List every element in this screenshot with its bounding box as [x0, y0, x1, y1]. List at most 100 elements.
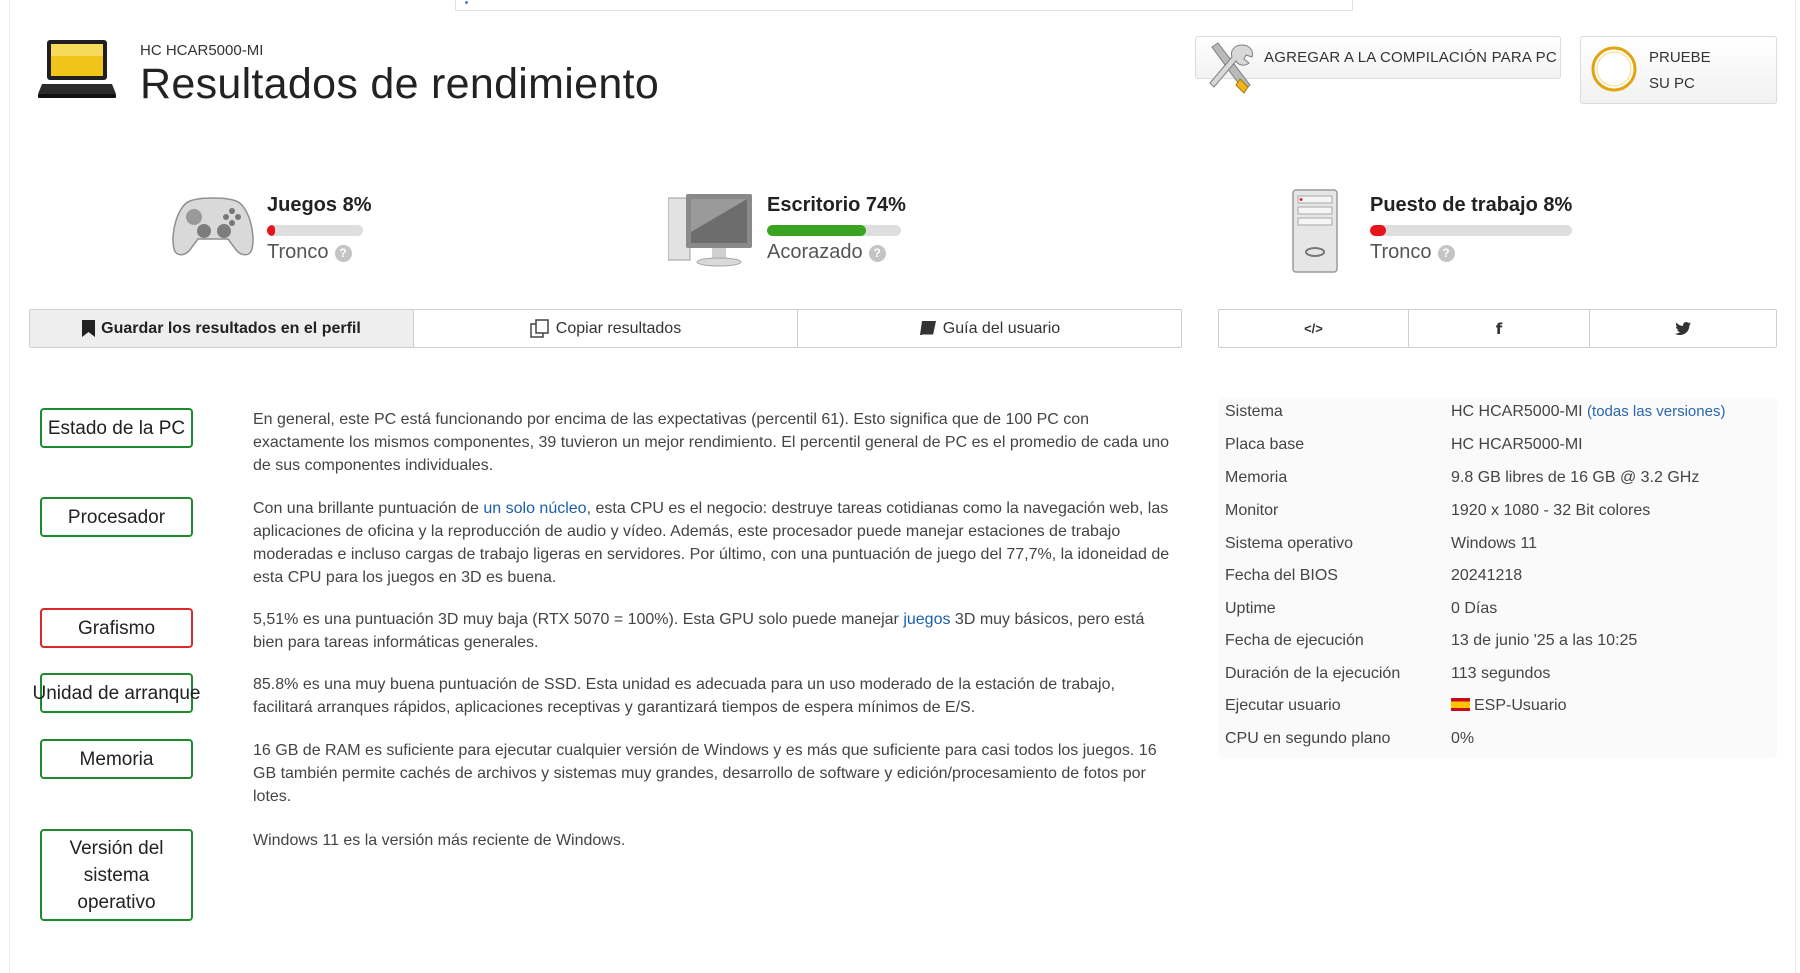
spec-value-text: ESP-Usuario — [1474, 697, 1567, 714]
os-version-description: Windows 11 es la versión más reciente de… — [253, 829, 1178, 852]
speedometer-ring-icon — [1591, 46, 1637, 92]
spec-value: 0% — [1451, 730, 1475, 747]
games-link[interactable]: juegos — [903, 611, 950, 628]
spec-key: Sistema operativo — [1225, 535, 1354, 552]
laptop-icon — [38, 40, 116, 98]
gamepad-icon — [172, 197, 254, 256]
tools-icon — [1209, 42, 1253, 94]
graphics-description: 5,51% es una puntuación 3D muy baja (RTX… — [253, 608, 1178, 654]
spec-key: Placa base — [1225, 436, 1305, 453]
facebook-share-button[interactable]: f — [1409, 310, 1590, 347]
spec-key: Uptime — [1225, 600, 1276, 617]
workstation-rating: Tronco? — [1370, 241, 1455, 264]
desktop-score-bar — [767, 225, 901, 236]
all-versions-link[interactable]: (todas las versiones) — [1587, 403, 1725, 420]
workstation-score-fill — [1370, 225, 1387, 236]
test-label-line2: SU PC — [1649, 75, 1695, 92]
memory-description: 16 GB de RAM es suficiente para ejecutar… — [253, 739, 1178, 808]
system-name: HC HCAR5000-MI — [140, 42, 264, 59]
test-label-line1: PRUEBE — [1649, 49, 1711, 66]
graphics-text-before: 5,51% es una puntuación 3D muy baja (RTX… — [253, 611, 904, 628]
gaming-rating: Tronco? — [267, 241, 352, 264]
spec-key: CPU en segundo plano — [1225, 730, 1391, 747]
save-results-label: Guardar los resultados en el perfil — [101, 319, 361, 337]
twitter-share-button[interactable] — [1590, 310, 1776, 347]
spec-row-monitor: Monitor 1920 x 1080 - 32 Bit colores — [1218, 497, 1777, 530]
top-strip — [455, 0, 1353, 11]
help-icon[interactable]: ? — [868, 245, 886, 262]
os-version-badge[interactable]: Versión del sistema operativo — [40, 829, 193, 921]
desktop-score-fill — [767, 225, 867, 236]
memory-badge[interactable]: Memoria — [40, 739, 193, 779]
help-icon[interactable]: ? — [1437, 245, 1455, 262]
spec-key: Memoria — [1225, 469, 1288, 486]
graphics-badge[interactable]: Grafismo — [40, 608, 193, 648]
processor-description: Con una brillante puntuación de un solo … — [253, 497, 1178, 589]
copy-results-button[interactable]: Copiar resultados — [414, 310, 798, 347]
spec-row-run-date: Fecha de ejecución 13 de junio '25 a las … — [1218, 627, 1777, 660]
results-action-bar: Guardar los resultados en el perfil Copi… — [29, 309, 1182, 348]
gaming-score-bar — [267, 225, 363, 236]
pc-status-description: En general, este PC está funcionando por… — [253, 408, 1178, 477]
spec-row-motherboard: Placa base HC HCAR5000-MI — [1218, 431, 1777, 464]
gaming-score-title: Juegos 8% — [267, 194, 372, 216]
help-icon[interactable]: ? — [334, 245, 352, 262]
user-guide-label: Guía del usuario — [942, 319, 1061, 337]
processor-text-before: Con una brillante puntuación de — [253, 500, 484, 517]
spec-key: Sistema — [1225, 403, 1283, 420]
copy-icon — [530, 319, 549, 338]
processor-badge[interactable]: Procesador — [40, 497, 193, 537]
code-icon: </> — [1304, 321, 1323, 336]
single-core-link[interactable]: un solo núcleo — [483, 500, 586, 517]
add-to-build-label: AGREGAR A LA COMPILACIÓN PARA PC — [1264, 49, 1557, 66]
workstation-score-title: Puesto de trabajo 8% — [1370, 194, 1573, 216]
spec-value-text: HC HCAR5000-MI — [1451, 403, 1583, 420]
spec-row-memory: Memoria 9.8 GB libres de 16 GB @ 3.2 GHz — [1218, 464, 1777, 497]
desktop-rating: Acorazado? — [767, 241, 886, 264]
spec-row-system: Sistema HC HCAR5000-MI (todas las version… — [1218, 398, 1777, 431]
spec-row-os: Sistema operativo Windows 11 — [1218, 530, 1777, 563]
spec-row-run-duration: Duración de la ejecución 113 segundos — [1218, 660, 1777, 693]
desktop-score-title: Escritorio 74% — [767, 194, 906, 216]
boot-drive-badge[interactable]: Unidad de arranque — [33, 673, 200, 713]
spec-value: 113 segundos — [1451, 665, 1551, 682]
copy-results-label: Copiar resultados — [555, 319, 682, 337]
strip-dot — [465, 1, 468, 4]
workstation-score-bar — [1370, 225, 1572, 236]
memory-text: 16 GB de RAM es suficiente para ejecutar… — [253, 742, 1157, 805]
spec-value: 0 Días — [1451, 600, 1498, 617]
spec-key: Fecha del BIOS — [1225, 567, 1338, 584]
book-icon — [919, 321, 936, 336]
test-your-pc-button[interactable]: PRUEBE SU PC — [1580, 36, 1777, 104]
pc-status-badge[interactable]: Estado de la PC — [40, 408, 193, 448]
spec-value: ESP-Usuario — [1451, 697, 1566, 715]
bookmark-icon — [82, 320, 96, 337]
os-version-text: Windows 11 es la versión más reciente de… — [253, 832, 626, 849]
spec-value: 20241218 — [1451, 567, 1523, 584]
boot-drive-description: 85.8% es una muy buena puntuación de SSD… — [253, 673, 1178, 719]
page-title: Resultados de rendimiento — [140, 60, 660, 108]
spec-value: 13 de junio '25 a las 10:25 — [1451, 632, 1638, 649]
facebook-icon: f — [1495, 319, 1503, 338]
spec-row-uptime: Uptime 0 Días — [1218, 595, 1777, 628]
spec-value: 1920 x 1080 - 32 Bit colores — [1451, 502, 1651, 519]
desktop-rating-label: Acorazado — [767, 241, 863, 263]
twitter-icon — [1675, 322, 1691, 335]
pc-status-text: En general, este PC está funcionando por… — [253, 411, 1170, 474]
system-specs-panel: Sistema HC HCAR5000-MI (todas las version… — [1218, 398, 1777, 758]
workstation-tower-icon — [1292, 189, 1338, 273]
right-rule — [1795, 0, 1796, 973]
left-rule — [9, 0, 10, 973]
desktop-monitor-icon — [668, 194, 752, 267]
spec-row-bios-date: Fecha del BIOS 20241218 — [1218, 562, 1777, 595]
spec-row-run-user: Ejecutar usuario ESP-Usuario — [1218, 692, 1777, 725]
spec-value: 9.8 GB libres de 16 GB @ 3.2 GHz — [1451, 469, 1700, 486]
spec-key: Ejecutar usuario — [1225, 697, 1341, 714]
embed-code-button[interactable]: </> — [1219, 310, 1409, 347]
user-guide-button[interactable]: Guía del usuario — [798, 310, 1181, 347]
add-to-build-button[interactable]: AGREGAR A LA COMPILACIÓN PARA PC — [1195, 36, 1561, 94]
spec-key: Fecha de ejecución — [1225, 632, 1364, 649]
spec-key: Duración de la ejecución — [1225, 665, 1401, 682]
workstation-rating-label: Tronco — [1370, 241, 1432, 263]
save-results-button[interactable]: Guardar los resultados en el perfil — [30, 310, 414, 347]
